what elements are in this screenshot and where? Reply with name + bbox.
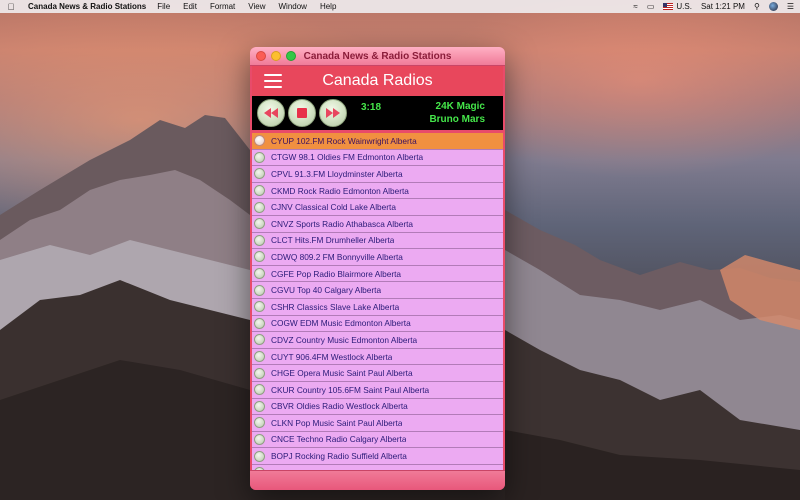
rewind-icon [264, 108, 278, 118]
station-name: BOPJ Rocking Radio Suffield Alberta [271, 451, 407, 462]
station-row[interactable]: CKMD Rock Radio Edmonton Alberta [252, 182, 503, 200]
station-radio-icon [254, 384, 265, 396]
station-radio-icon [254, 400, 265, 412]
nav-title: Canada Radios [322, 72, 433, 89]
station-radio-icon [254, 284, 265, 296]
close-window-button[interactable] [256, 51, 266, 61]
station-radio-icon [254, 301, 265, 313]
siri-icon[interactable] [768, 2, 778, 11]
window-title: Canada News & Radio Stations [303, 50, 452, 62]
station-radio-icon [254, 201, 265, 213]
station-radio-icon [254, 450, 265, 462]
station-radio-icon [254, 351, 265, 363]
now-playing-title: 24K Magic [435, 101, 485, 112]
wifi-icon[interactable]: ≈ [633, 2, 637, 11]
station-row[interactable]: CLKN Pop Music Saint Paul Alberta [252, 415, 503, 432]
station-radio-icon [254, 268, 265, 280]
station-row[interactable]: CLCT Hits.FM Drumheller Alberta [252, 232, 503, 250]
station-row[interactable]: CPVL 91.3.FM Lloydminster Alberta [252, 166, 503, 183]
menu-format[interactable]: Format [210, 2, 235, 11]
input-source-label[interactable]: U.S. [676, 2, 692, 11]
station-radio-icon [254, 317, 265, 329]
menu-help[interactable]: Help [320, 2, 336, 11]
zoom-window-button[interactable] [286, 51, 296, 61]
station-name: CKMD Rock Radio Edmonton Alberta [271, 185, 409, 196]
station-row[interactable]: CBVR Oldies Radio Westlock Alberta [252, 398, 503, 416]
station-name: CNVZ Sports Radio Athabasca Alberta [271, 218, 414, 229]
station-row[interactable]: CHGE Opera Music Saint Paul Alberta [252, 365, 503, 382]
apple-icon[interactable]:  [6, 2, 16, 12]
now-playing-artist: Bruno Mars [429, 114, 485, 125]
player-controls: 3:18 24K Magic Bruno Mars [252, 96, 503, 130]
station-radio-icon [254, 433, 265, 445]
station-row[interactable]: CKUR Country 105.6FM Saint Paul Alberta [252, 381, 503, 399]
station-row[interactable]: CSHR Classics Slave Lake Alberta [252, 298, 503, 316]
station-name: CGVU Top 40 Calgary Alberta [271, 285, 382, 296]
station-name: CKUR Country 105.6FM Saint Paul Alberta [271, 384, 430, 395]
station-row[interactable]: BOPJ Rocking Radio Suffield Alberta [252, 448, 503, 465]
station-name: COGW EDM Music Edmonton Alberta [271, 318, 411, 329]
hamburger-menu-icon[interactable] [264, 74, 282, 88]
station-radio-icon [254, 168, 265, 180]
menu-clock[interactable]: Sat 1:21 PM [701, 2, 745, 11]
station-name: CLCT Hits.FM Drumheller Alberta [271, 235, 395, 246]
stop-icon [297, 108, 307, 118]
station-radio-icon [254, 185, 265, 197]
station-row[interactable]: CTGW 98.1 Oldies FM Edmonton Alberta [252, 149, 503, 167]
station-name: CHGE Opera Music Saint Paul Alberta [271, 368, 413, 379]
station-radio-icon [254, 135, 265, 147]
station-name: CPVL 91.3.FM Lloydminster Alberta [271, 168, 403, 179]
fast-forward-icon [326, 108, 340, 118]
station-name: CNCE Techno Radio Calgary Alberta [271, 434, 407, 445]
station-name: CDWQ 809.2 FM Bonnyville Alberta [271, 251, 403, 262]
station-radio-icon [254, 367, 265, 379]
station-name: CTGW 98.1 Oldies FM Edmonton Alberta [271, 152, 424, 163]
station-row[interactable]: CNCE Techno Radio Calgary Alberta [252, 431, 503, 449]
menu-edit[interactable]: Edit [183, 2, 197, 11]
station-name: CUYT 906.4FM Westlock Alberta [271, 351, 393, 362]
station-row[interactable]: CGFE Pop Radio Blairmore Alberta [252, 265, 503, 283]
station-row[interactable]: COGW EDM Music Edmonton Alberta [252, 315, 503, 333]
station-row[interactable]: CGVU Top 40 Calgary Alberta [252, 282, 503, 299]
station-name: CYUP 102.FM Rock Wainwright Alberta [271, 135, 417, 146]
notification-center-icon[interactable]: ☰ [787, 2, 794, 11]
menu-view[interactable]: View [248, 2, 265, 11]
minimize-window-button[interactable] [271, 51, 281, 61]
menu-window[interactable]: Window [278, 2, 306, 11]
station-list[interactable]: CYUP 102.FM Rock Wainwright Alberta CTGW … [252, 133, 503, 470]
station-name: CLKN Pop Music Saint Paul Alberta [271, 417, 403, 428]
elapsed-time: 3:18 [361, 102, 382, 113]
station-name: CGFE Pop Radio Blairmore Alberta [271, 268, 402, 279]
battery-icon[interactable]: ▭ [647, 2, 655, 11]
app-window: Canada News & Radio Stations Canada Radi… [250, 47, 505, 490]
nav-bar: Canada Radios [252, 66, 503, 96]
station-name: CBVR Oldies Radio Westlock Alberta [271, 401, 408, 412]
station-row[interactable]: CUYT 906.4FM Westlock Alberta [252, 348, 503, 366]
station-name: CDVZ Country Music Edmonton Alberta [271, 334, 418, 345]
next-station-button[interactable] [319, 99, 347, 127]
station-name: CJNV Classical Cold Lake Alberta [271, 202, 396, 213]
station-row[interactable]: CNVZ Sports Radio Athabasca Alberta [252, 215, 503, 233]
system-menu-bar:  Canada News & Radio Stations File Edit… [0, 0, 800, 13]
station-radio-icon [254, 218, 265, 230]
station-row[interactable]: CYUP 102.FM Rock Wainwright Alberta [252, 133, 503, 150]
stop-button[interactable] [288, 99, 316, 127]
station-radio-icon [254, 151, 265, 163]
previous-station-button[interactable] [257, 99, 285, 127]
us-flag-icon[interactable] [663, 3, 674, 10]
station-name: CSHR Classics Slave Lake Alberta [271, 301, 400, 312]
station-radio-icon [254, 234, 265, 246]
station-row[interactable]: CJNV Classical Cold Lake Alberta [252, 199, 503, 216]
menu-file[interactable]: File [157, 2, 170, 11]
window-footer [250, 470, 505, 490]
station-row[interactable]: CDWQ 809.2 FM Bonnyville Alberta [252, 249, 503, 266]
spotlight-search-icon[interactable]: ⚲ [754, 2, 760, 11]
station-radio-icon [254, 334, 265, 346]
station-radio-icon [254, 251, 265, 263]
menu-app-name[interactable]: Canada News & Radio Stations [28, 2, 146, 11]
station-row[interactable]: CDVZ Country Music Edmonton Alberta [252, 332, 503, 349]
window-titlebar[interactable]: Canada News & Radio Stations [250, 47, 505, 66]
station-radio-icon [254, 417, 265, 429]
